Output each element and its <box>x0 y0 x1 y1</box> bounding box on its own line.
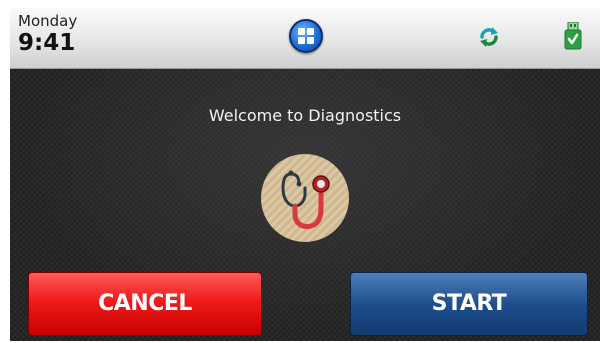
stethoscope-icon <box>261 154 349 242</box>
status-bar: Monday 9:41 <box>10 8 600 69</box>
diagnostics-screen: Monday 9:41 Welcome to Diagnostics CANCE… <box>10 8 600 341</box>
cancel-button[interactable]: CANCEL <box>28 272 262 336</box>
clock-time: 9:41 <box>18 30 76 56</box>
start-button[interactable]: START <box>350 272 588 336</box>
home-grid-icon <box>298 28 314 44</box>
usb-ok-icon <box>564 22 582 50</box>
sync-icon[interactable] <box>478 26 500 48</box>
day-label: Monday <box>18 12 78 30</box>
home-button[interactable] <box>289 19 323 53</box>
welcome-title: Welcome to Diagnostics <box>208 106 402 125</box>
